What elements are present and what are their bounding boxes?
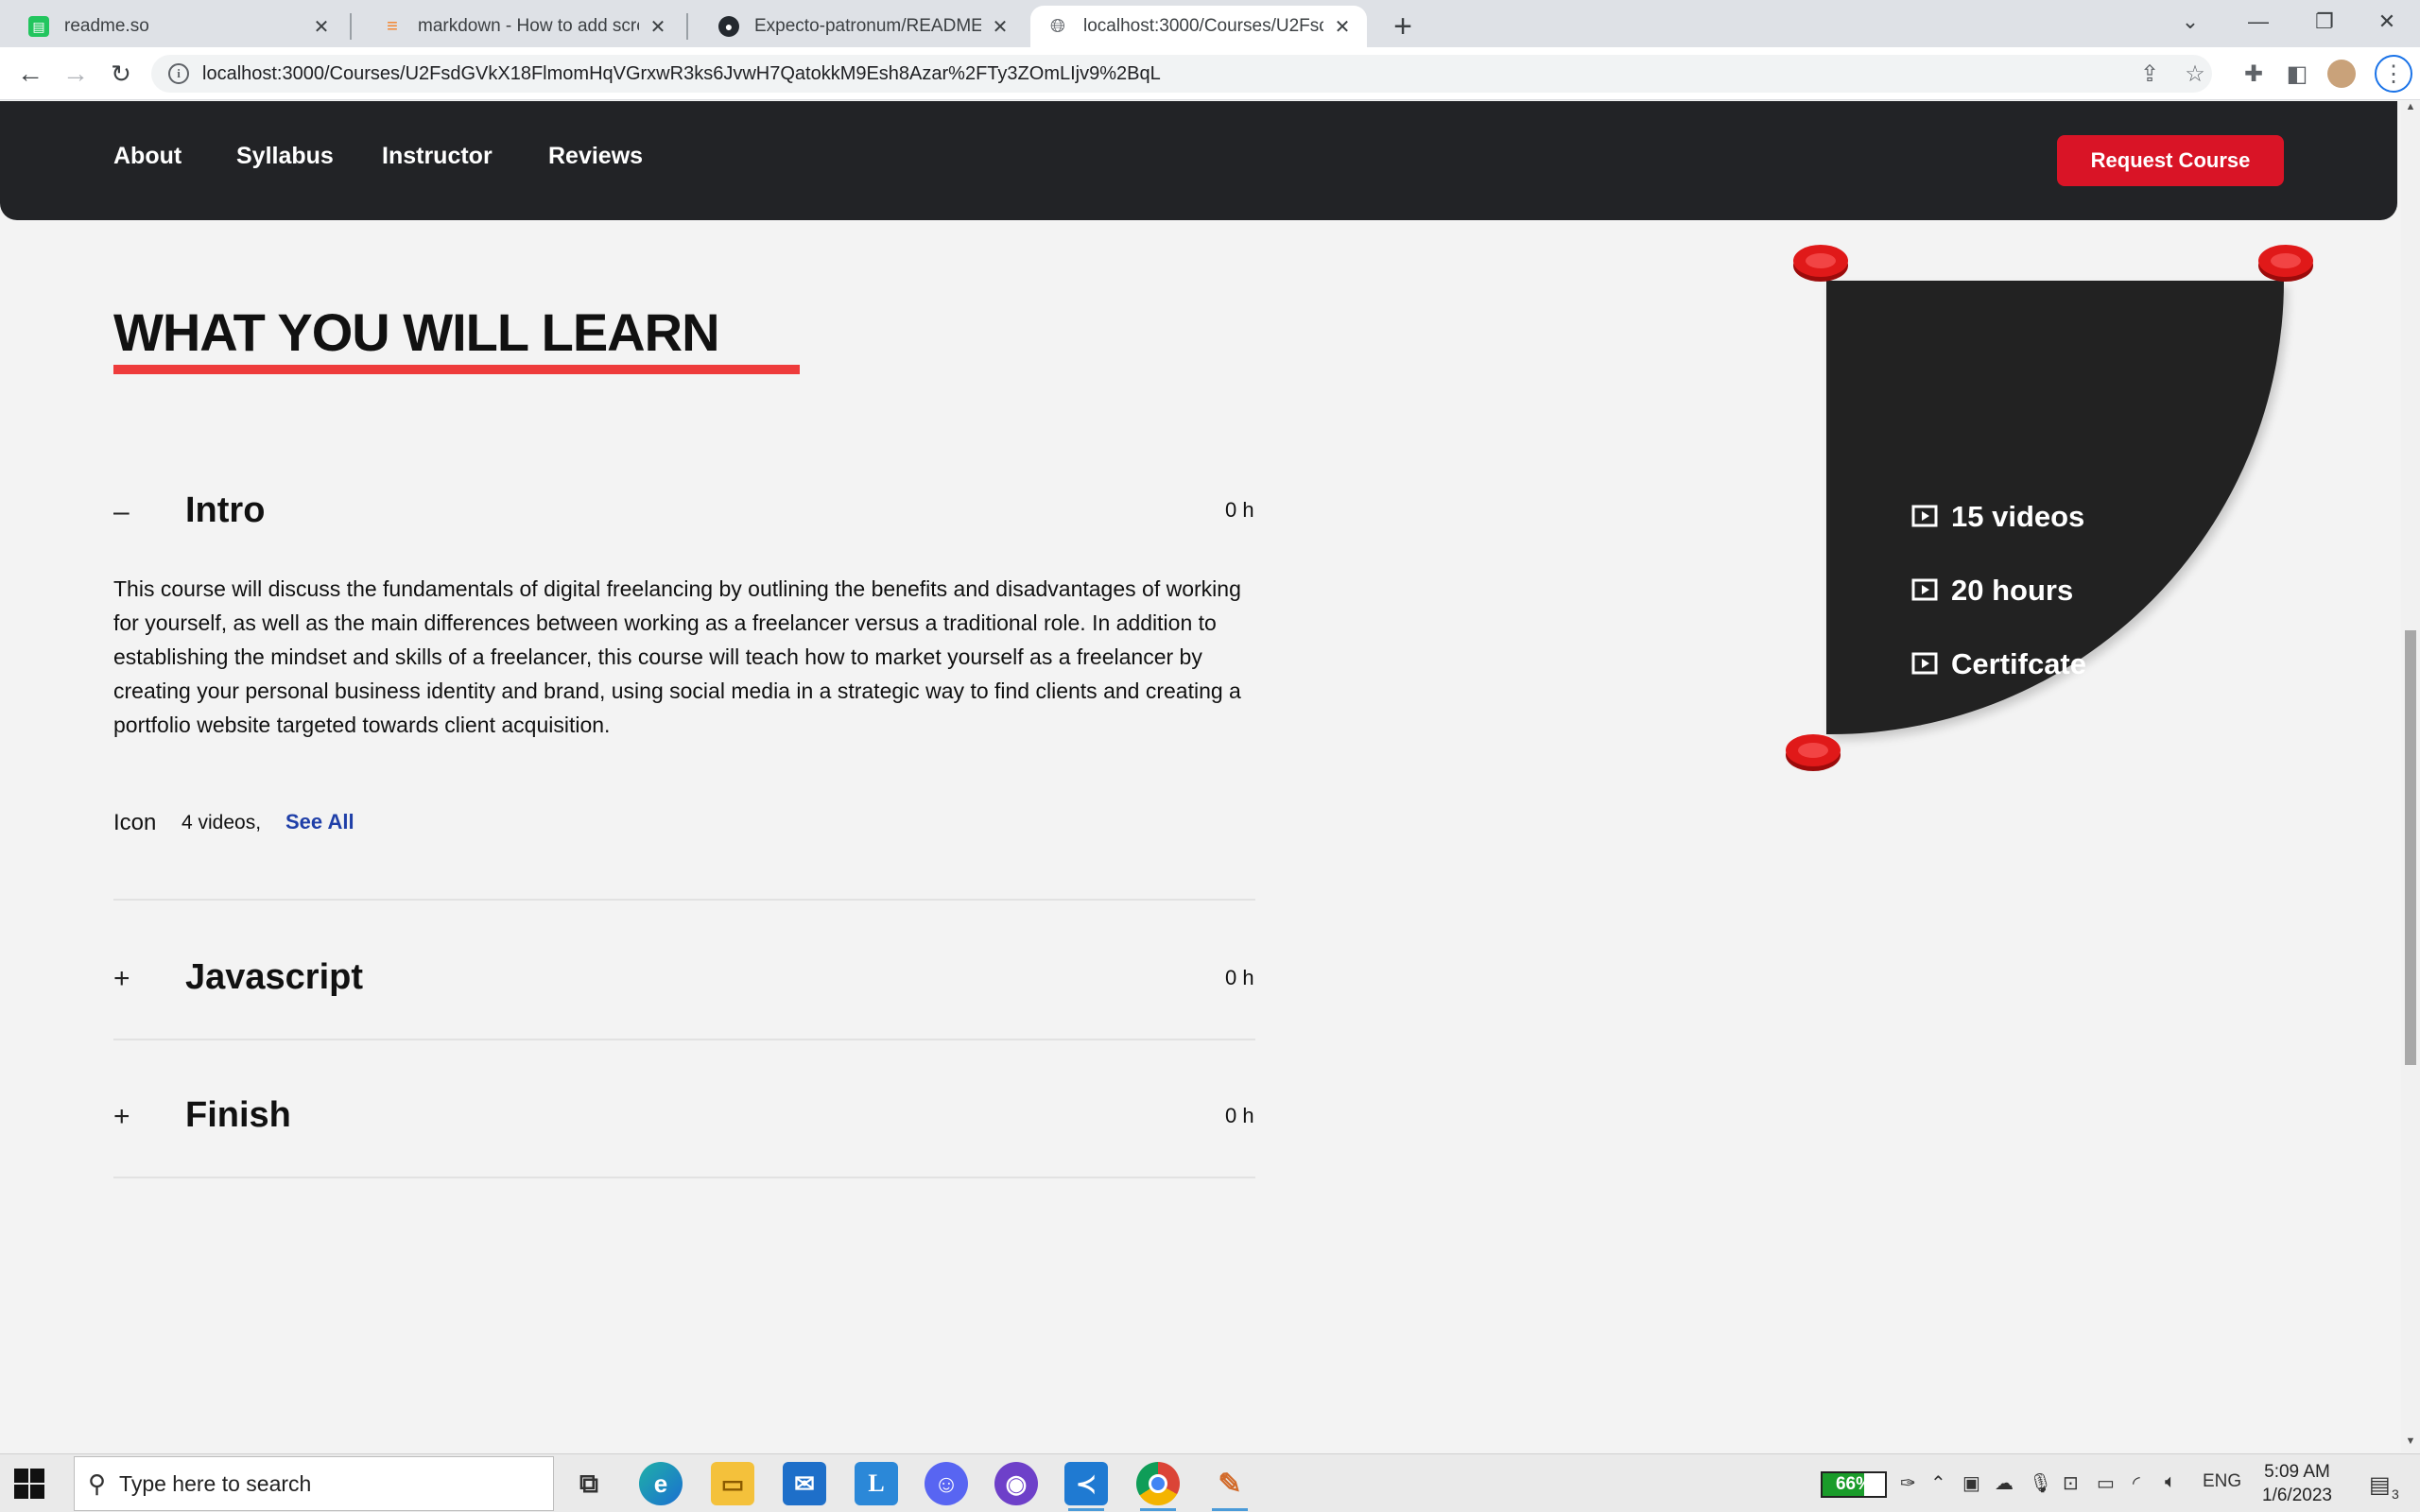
new-tab-button[interactable]: + (1386, 9, 1420, 44)
play-icon (1911, 652, 1938, 675)
red-pin-icon (1793, 245, 1848, 282)
play-icon (1911, 578, 1938, 601)
nav-link-syllabus[interactable]: Syllabus (236, 143, 334, 170)
red-pin-icon (1786, 734, 1841, 771)
url-text[interactable]: localhost:3000/Courses/U2FsdGVkX18FlmomH… (202, 63, 1161, 85)
expand-toggle-icon[interactable]: + (113, 963, 130, 995)
mail-icon[interactable]: ✉ (783, 1462, 826, 1505)
course-info-card: 15 videos 20 hours Certifcate (1826, 281, 2284, 734)
icon-label: Icon (113, 810, 157, 835)
scroll-down-arrow-icon[interactable]: ▼ (2401, 1435, 2420, 1452)
tab-github[interactable]: ● Expecto-patronum/README.md at ✕ (690, 6, 1025, 47)
paint-icon[interactable]: ✎ (1208, 1462, 1252, 1511)
restore-button[interactable]: ❐ (2291, 0, 2358, 43)
github-favicon-icon: ● (718, 16, 739, 37)
system-clock[interactable]: 5:09 AM 1/6/2023 (2231, 1460, 2363, 1507)
tab-separator (350, 13, 352, 40)
close-window-button[interactable]: ✕ (2354, 0, 2420, 43)
battery-indicator[interactable]: 66% (1821, 1471, 1887, 1498)
tab-stackoverflow[interactable]: ≡ markdown - How to add screensh ✕ (354, 6, 683, 47)
l-app-icon[interactable]: L (855, 1462, 898, 1505)
back-button[interactable]: ← (11, 55, 49, 93)
section-javascript-duration: 0 h (1225, 966, 1254, 989)
page-viewport: About Syllabus Instructor Reviews Reques… (0, 101, 2401, 1452)
section-intro-title[interactable]: Intro (185, 490, 265, 531)
show-hidden-icons-chevron[interactable]: ⌃ (1930, 1471, 1946, 1495)
github-desktop-icon[interactable]: ◉ (994, 1462, 1038, 1505)
section-divider (113, 1177, 1255, 1178)
nav-link-about[interactable]: About (113, 143, 182, 170)
red-pin-icon (2258, 245, 2313, 282)
windows-start-icon[interactable] (13, 1468, 45, 1500)
side-panel-icon[interactable]: ◧ (2282, 59, 2312, 89)
info-item-videos: 15 videos (1911, 500, 2084, 534)
info-item-certificate: Certifcate (1911, 647, 2086, 681)
section-intro-description: This course will discuss the fundamental… (113, 576, 1241, 737)
tab-search-chevron-icon[interactable]: ⌄ (2157, 0, 2223, 43)
address-bar[interactable]: i localhost:3000/Courses/U2FsdGVkX18Flmo… (151, 55, 2212, 93)
collapse-toggle-icon[interactable]: – (113, 496, 130, 528)
profile-avatar[interactable] (2327, 60, 2356, 88)
vscode-icon[interactable]: ≺ (1064, 1462, 1108, 1511)
onedrive-cloud-icon[interactable]: ☁ (1995, 1471, 2014, 1495)
tab-readme-so[interactable]: ▤ readme.so ✕ (0, 6, 346, 47)
tab-localhost[interactable]: 🌐︎ localhost:3000/Courses/U2FsdGVk ✕ (1030, 6, 1367, 47)
close-tab-icon[interactable]: ✕ (647, 15, 669, 38)
extensions-puzzle-icon[interactable]: ✚ (2238, 59, 2269, 89)
forward-button[interactable]: → (57, 55, 95, 93)
see-all-link[interactable]: See All (285, 810, 354, 834)
share-icon[interactable]: ⇪ (2135, 59, 2165, 89)
windows-taskbar: ⚲ Type here to search ⧉ e ▭ ✉ L ☺ ◉ ≺ ✎ … (0, 1453, 2420, 1512)
globe-favicon-icon: 🌐︎ (1050, 15, 1065, 37)
page-scrollbar[interactable]: ▲ ▼ (2401, 101, 2420, 1452)
info-item-hours: 20 hours (1911, 574, 2073, 608)
videos-count: 4 videos, (182, 812, 262, 833)
readme-so-favicon-icon: ▤ (28, 16, 49, 37)
pen-icon[interactable]: ✑ (1900, 1471, 1916, 1495)
section-divider (113, 899, 1255, 901)
scrollbar-thumb[interactable] (2405, 630, 2416, 1065)
meet-now-icon[interactable]: ▣ (1962, 1471, 1980, 1495)
chrome-icon[interactable] (1136, 1462, 1180, 1511)
play-icon (1911, 505, 1938, 527)
course-navbar: About Syllabus Instructor Reviews Reques… (0, 101, 2397, 220)
close-tab-icon[interactable]: ✕ (310, 15, 333, 38)
section-finish-duration: 0 h (1225, 1104, 1254, 1127)
volume-icon[interactable]: 🔈︎ (2165, 1471, 2176, 1493)
file-explorer-icon[interactable]: ▭ (711, 1462, 754, 1505)
scroll-up-arrow-icon[interactable]: ▲ (2401, 101, 2420, 118)
search-icon: ⚲ (88, 1469, 107, 1498)
nav-link-instructor[interactable]: Instructor (382, 143, 493, 170)
display-icon[interactable]: ⊡ (2063, 1471, 2079, 1495)
bookmark-star-icon[interactable]: ☆ (2180, 59, 2210, 89)
chrome-menu-icon[interactable]: ⋮ (2375, 55, 2412, 93)
minimize-button[interactable]: — (2225, 0, 2291, 43)
wifi-icon[interactable]: ◜ (2133, 1471, 2140, 1495)
browser-tab-strip: ▤ readme.so ✕ ≡ markdown - How to add sc… (0, 0, 2420, 47)
tab-separator (686, 13, 688, 40)
task-view-icon[interactable]: ⧉ (567, 1462, 611, 1505)
title-underline (113, 365, 800, 374)
edge-icon[interactable]: e (639, 1462, 683, 1505)
taskbar-search-box[interactable]: ⚲ Type here to search (74, 1456, 554, 1511)
section-divider (113, 1039, 1255, 1040)
notifications-icon[interactable]: ▤ (2369, 1471, 2391, 1499)
browser-toolbar: ← → ↻ i localhost:3000/Courses/U2FsdGVkX… (0, 47, 2420, 100)
section-finish-title[interactable]: Finish (185, 1095, 291, 1136)
close-tab-icon[interactable]: ✕ (1331, 15, 1354, 38)
close-tab-icon[interactable]: ✕ (989, 15, 1011, 38)
expand-toggle-icon[interactable]: + (113, 1101, 130, 1133)
discord-icon[interactable]: ☺ (925, 1462, 968, 1505)
notification-count-badge: 3 (2392, 1486, 2399, 1502)
site-info-icon[interactable]: i (168, 63, 189, 84)
reload-button[interactable]: ↻ (102, 55, 140, 93)
battery-tray-icon[interactable]: ▭ (2097, 1471, 2115, 1495)
request-course-button[interactable]: Request Course (2057, 135, 2284, 186)
nav-link-reviews[interactable]: Reviews (548, 143, 643, 170)
section-intro-duration: 0 h (1225, 498, 1254, 522)
stackoverflow-favicon-icon: ≡ (387, 15, 398, 37)
microphone-icon[interactable]: 🎙︎ (2029, 1471, 2052, 1495)
section-title: WHAT YOU WILL LEARN (113, 302, 720, 362)
section-javascript-title[interactable]: Javascript (185, 957, 363, 998)
